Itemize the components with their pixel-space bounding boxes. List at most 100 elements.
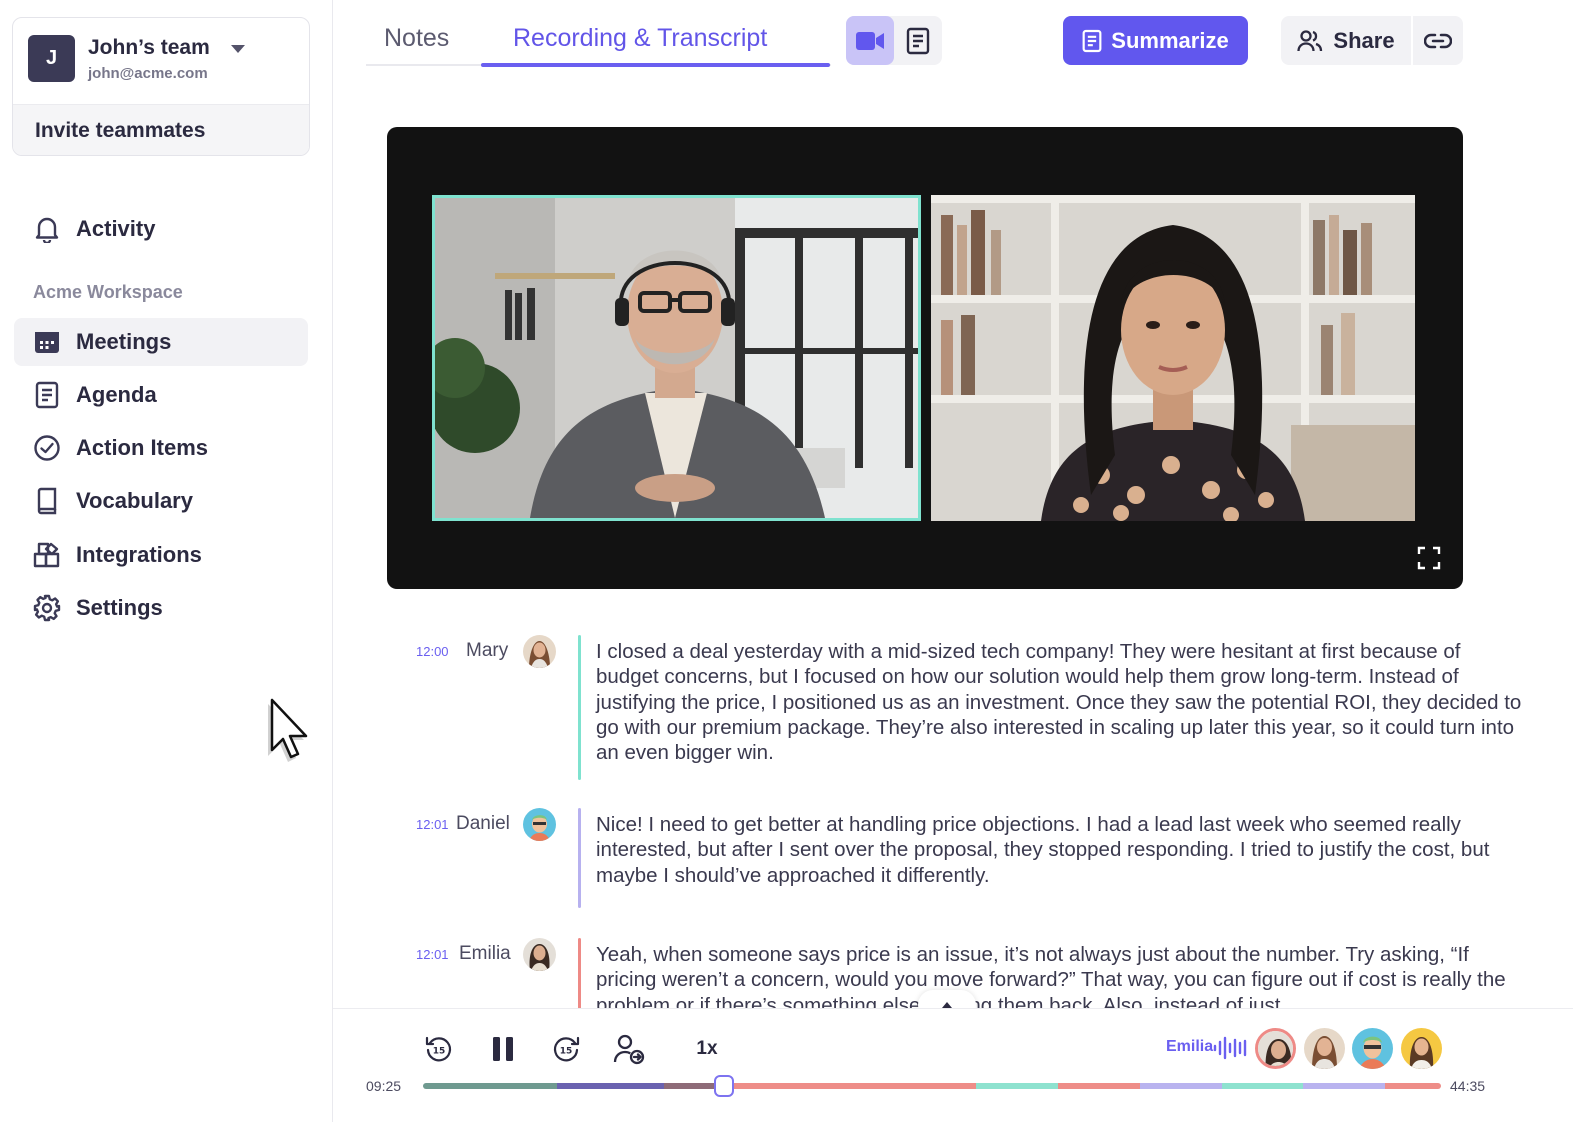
- sidebar-item-agenda[interactable]: Agenda: [14, 371, 308, 419]
- team-email: john@acme.com: [88, 65, 208, 82]
- users-icon: [1297, 29, 1323, 51]
- speaker-name: Emilia: [459, 943, 511, 964]
- timeline-segment[interactable]: [1303, 1083, 1386, 1089]
- speaker-color-bar: [578, 808, 581, 908]
- utterance-text: Nice! I need to get better at handling p…: [596, 813, 1490, 887]
- timeline-segment[interactable]: [722, 1083, 977, 1089]
- speaker-name: Mary: [466, 640, 509, 661]
- sidebar-item-label: Integrations: [76, 542, 202, 567]
- tab-bar: Notes Recording & Transcript: [366, 14, 831, 67]
- calendar-icon: [33, 328, 61, 356]
- video-view-button[interactable]: [846, 16, 894, 65]
- mouse-cursor-icon: [268, 698, 308, 762]
- view-toggle: [846, 16, 942, 65]
- team-card: J John’s team john@acme.com Invite teamm…: [12, 17, 310, 156]
- timeline-segment[interactable]: [556, 1083, 665, 1089]
- sidebar-item-action-items[interactable]: Action Items: [14, 424, 308, 472]
- speaker-avatar: [523, 808, 556, 841]
- rewind-15-icon: 15: [425, 1036, 452, 1062]
- active-speaker-name: Emilia: [1166, 1038, 1214, 1055]
- speaker-color-bar: [578, 635, 581, 780]
- participant-avatar-mary[interactable]: [1304, 1028, 1345, 1069]
- copy-link-button[interactable]: [1413, 16, 1463, 65]
- transcript-view-button[interactable]: [894, 16, 942, 65]
- sidebar-item-label: Activity: [76, 216, 156, 241]
- speaker-filter-button[interactable]: [611, 1031, 647, 1067]
- utterance-text: I closed a deal yesterday with a mid-siz…: [596, 640, 1522, 765]
- document-icon: [33, 381, 61, 409]
- participant-avatar-daniel[interactable]: [1352, 1028, 1393, 1069]
- participant-video-tile[interactable]: [931, 195, 1415, 521]
- gear-icon: [33, 594, 61, 622]
- sidebar-item-integrations[interactable]: Integrations: [14, 531, 308, 579]
- sidebar-item-meetings[interactable]: Meetings: [14, 318, 308, 366]
- share-label: Share: [1333, 27, 1395, 53]
- participant-avatar-emilia[interactable]: [1255, 1028, 1296, 1069]
- summarize-label: Summarize: [1111, 27, 1229, 53]
- sidebar-item-activity[interactable]: Activity: [14, 205, 308, 253]
- playback-bar: 15 15 1x Emilia 09:25 44:35: [333, 1008, 1573, 1122]
- sidebar-item-label: Meetings: [76, 329, 172, 354]
- speaker-avatar: [523, 635, 556, 668]
- timeline-segment[interactable]: [1221, 1083, 1304, 1089]
- share-group: Share: [1281, 16, 1463, 65]
- participant-avatar-john[interactable]: [1401, 1028, 1442, 1069]
- speaker-name: Daniel: [456, 813, 510, 834]
- total-time: 44:35: [1450, 1078, 1486, 1094]
- summarize-button[interactable]: Summarize: [1063, 16, 1248, 65]
- sidebar-item-label: Action Items: [76, 435, 209, 460]
- timeline-segment[interactable]: [1139, 1083, 1222, 1089]
- timestamp-link[interactable]: 12:01: [416, 817, 449, 832]
- forward-15-icon: 15: [553, 1036, 580, 1062]
- sidebar-item-label: Agenda: [76, 382, 157, 407]
- svg-text:15: 15: [560, 1047, 573, 1057]
- caret-down-icon[interactable]: [231, 45, 245, 53]
- document-icon: [1082, 29, 1102, 52]
- user-switch-icon: [613, 1034, 645, 1065]
- timeline-segment[interactable]: [976, 1083, 1059, 1089]
- fullscreen-icon[interactable]: [1417, 546, 1441, 570]
- share-button[interactable]: Share: [1281, 16, 1413, 65]
- rewind-15-button[interactable]: 15: [421, 1031, 457, 1067]
- participant-video-man-headset: [435, 198, 918, 518]
- sidebar: J John’s team john@acme.com Invite teamm…: [0, 0, 333, 1122]
- tab-notes[interactable]: Notes: [384, 24, 449, 53]
- sidebar-item-settings[interactable]: Settings: [14, 584, 308, 632]
- sidebar-item-label: Settings: [76, 595, 163, 620]
- puzzle-icon: [33, 541, 61, 569]
- tab-recording-transcript[interactable]: Recording & Transcript: [513, 24, 767, 53]
- pause-button[interactable]: [485, 1031, 521, 1067]
- timeline-segment[interactable]: [1058, 1083, 1140, 1089]
- timestamp-link[interactable]: 12:00: [416, 644, 449, 659]
- team-avatar: J: [28, 35, 75, 82]
- transcript-list: 12:00 Mary I closed a deal yesterday wit…: [333, 620, 1573, 1010]
- current-time: 09:25: [366, 1078, 402, 1094]
- team-name: John’s team: [88, 36, 210, 59]
- link-icon: [1424, 33, 1452, 48]
- video-player[interactable]: [387, 127, 1463, 589]
- playback-speed-button[interactable]: 1x: [689, 1031, 725, 1067]
- participant-video-tile[interactable]: [432, 195, 921, 521]
- active-tab-indicator: [481, 63, 830, 67]
- workspace-label: Acme Workspace: [33, 282, 183, 302]
- forward-15-button[interactable]: 15: [548, 1031, 584, 1067]
- timeline-segment[interactable]: [1385, 1083, 1441, 1089]
- bell-icon: [33, 215, 61, 243]
- svg-text:15: 15: [433, 1047, 446, 1057]
- timeline-track[interactable]: [423, 1083, 1441, 1089]
- book-icon: [33, 487, 61, 515]
- document-icon: [906, 27, 930, 54]
- sidebar-item-label: Vocabulary: [76, 488, 193, 513]
- timeline-segment[interactable]: [423, 1083, 557, 1089]
- speaker-avatar: [523, 938, 556, 971]
- check-circle-icon: [33, 434, 61, 462]
- utterance-text: Yeah, when someone says price is an issu…: [596, 943, 1506, 1010]
- timeline-scrubber-handle[interactable]: [714, 1075, 735, 1097]
- invite-teammates-button[interactable]: Invite teammates: [13, 104, 309, 155]
- sidebar-item-vocabulary[interactable]: Vocabulary: [14, 477, 308, 525]
- participant-video-woman: [931, 195, 1415, 521]
- team-switcher[interactable]: J John’s team john@acme.com: [13, 18, 309, 104]
- timestamp-link[interactable]: 12:01: [416, 947, 449, 962]
- video-camera-icon: [856, 31, 884, 50]
- audio-waveform-icon: [1213, 1036, 1247, 1060]
